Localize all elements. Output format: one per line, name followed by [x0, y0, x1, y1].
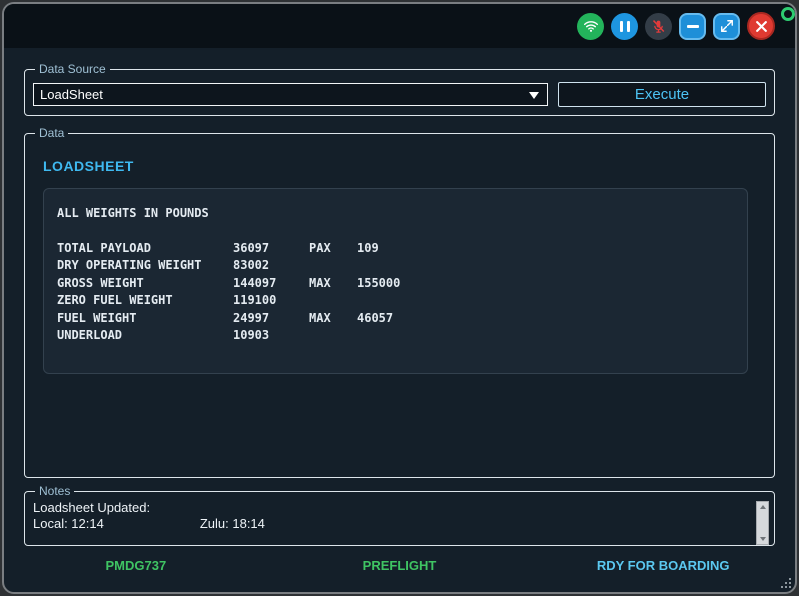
data-source-groupbox: Data Source LoadSheet Execute: [24, 62, 775, 116]
green-ring-indicator: [781, 7, 795, 21]
maximize-icon: [720, 19, 734, 33]
loadsheet-row: UNDERLOAD 10903: [57, 327, 737, 345]
status-aircraft: PMDG737: [4, 558, 268, 573]
app-window: Data Source LoadSheet Execute Data LOADS…: [2, 2, 797, 594]
maximize-button[interactable]: [713, 13, 740, 40]
wifi-button[interactable]: [577, 13, 604, 40]
data-source-dropdown[interactable]: LoadSheet: [33, 83, 548, 106]
loadsheet-panel: ALL WEIGHTS IN POUNDS TOTAL PAYLOAD 3609…: [43, 188, 748, 374]
chevron-down-icon: [529, 92, 539, 99]
microphone-muted-icon: [651, 19, 666, 34]
notes-groupbox[interactable]: Notes Loadsheet Updated: Local: 12:14 Zu…: [24, 484, 775, 546]
execute-button[interactable]: Execute: [558, 82, 766, 107]
minimize-button[interactable]: [679, 13, 706, 40]
data-label: Data: [35, 126, 68, 140]
pause-icon: [620, 21, 630, 32]
data-source-label: Data Source: [35, 62, 110, 76]
notes-line-updated: Loadsheet Updated:: [33, 500, 748, 516]
pause-button[interactable]: [611, 13, 638, 40]
loadsheet-title: LOADSHEET: [43, 158, 766, 174]
resize-grip[interactable]: [779, 576, 791, 588]
loadsheet-header-line: ALL WEIGHTS IN POUNDS: [57, 205, 737, 223]
minimize-icon: [687, 25, 699, 28]
titlebar[interactable]: [4, 4, 795, 48]
data-source-selected-value: LoadSheet: [40, 87, 103, 102]
notes-zulu-time: Zulu: 18:14: [200, 516, 265, 532]
notes-label: Notes: [35, 484, 74, 498]
status-flight-phase: PREFLIGHT: [268, 558, 532, 573]
loadsheet-row: ZERO FUEL WEIGHT 119100: [57, 292, 737, 310]
close-icon: [755, 20, 768, 33]
status-boarding: RDY FOR BOARDING: [531, 558, 795, 573]
status-bar: PMDG737 PREFLIGHT RDY FOR BOARDING: [4, 546, 795, 592]
loadsheet-row: FUEL WEIGHT 24997 MAX 46057: [57, 310, 737, 328]
loadsheet-row: DRY OPERATING WEIGHT 83002: [57, 257, 737, 275]
loadsheet-row: TOTAL PAYLOAD 36097 PAX 109: [57, 240, 737, 258]
wifi-icon: [583, 18, 599, 34]
loadsheet-row: GROSS WEIGHT 144097 MAX 155000: [57, 275, 737, 293]
notes-scrollbar[interactable]: [756, 501, 769, 545]
mic-mute-button[interactable]: [645, 13, 672, 40]
close-button[interactable]: [747, 12, 775, 40]
notes-local-time: Local: 12:14: [33, 516, 104, 532]
data-groupbox: Data LOADSHEET ALL WEIGHTS IN POUNDS TOT…: [24, 126, 775, 478]
